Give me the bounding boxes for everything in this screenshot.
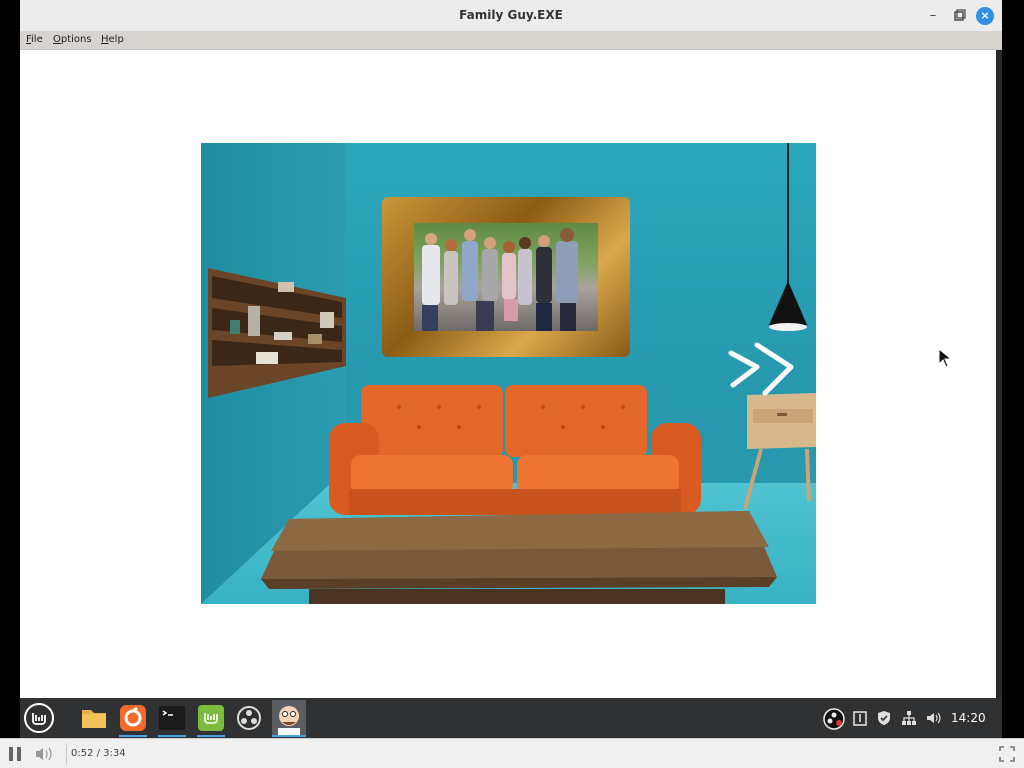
menu-help[interactable]: Help bbox=[101, 34, 124, 45]
close-button[interactable]: × bbox=[976, 7, 994, 25]
firefox-icon[interactable] bbox=[119, 704, 147, 732]
network-icon[interactable] bbox=[901, 710, 917, 726]
pause-icon[interactable] bbox=[5, 744, 25, 764]
orange-sofa[interactable] bbox=[329, 385, 701, 520]
obs-recording-tray-icon[interactable] bbox=[823, 708, 845, 730]
maximize-button[interactable] bbox=[950, 7, 968, 25]
mint-menu-icon[interactable] bbox=[24, 703, 54, 733]
volume-icon[interactable] bbox=[925, 710, 941, 726]
maximize-icon bbox=[954, 9, 966, 21]
video-player-bar: 0:52 / 3:34 bbox=[0, 738, 1024, 768]
menu-bar: File Options Help bbox=[20, 32, 1002, 50]
fullscreen-icon[interactable] bbox=[998, 745, 1016, 763]
mouse-cursor-icon bbox=[938, 348, 953, 368]
files-icon[interactable] bbox=[80, 704, 108, 732]
living-room-scene[interactable] bbox=[201, 143, 816, 604]
nightstand[interactable] bbox=[741, 391, 816, 516]
firefox-active-indicator bbox=[119, 735, 147, 737]
minimize-button[interactable]: – bbox=[924, 7, 942, 25]
player-separator bbox=[66, 743, 67, 765]
wall-shelf[interactable] bbox=[208, 268, 346, 398]
shield-icon[interactable] bbox=[876, 710, 892, 726]
next-room-arrow-icon[interactable] bbox=[725, 339, 797, 397]
family-guy-active-indicator bbox=[272, 735, 306, 737]
menu-options[interactable]: Options bbox=[53, 34, 92, 45]
title-bar[interactable]: Family Guy.EXE – × bbox=[20, 0, 1002, 32]
terminal-active-indicator bbox=[158, 735, 186, 737]
window-edge bbox=[996, 50, 1002, 698]
mint-active-indicator bbox=[197, 735, 225, 737]
taskbar: 14:20 bbox=[20, 698, 1002, 738]
obs-icon[interactable] bbox=[235, 704, 263, 732]
screen: Family Guy.EXE – × File Options Help 14:… bbox=[0, 0, 1024, 768]
family-guy-icon[interactable] bbox=[272, 700, 306, 736]
menu-file[interactable]: File bbox=[26, 34, 43, 45]
family-photo-figures bbox=[422, 228, 578, 331]
volume-slider-icon[interactable] bbox=[34, 745, 60, 763]
window-title: Family Guy.EXE bbox=[459, 8, 563, 22]
family-picture-frame[interactable] bbox=[382, 197, 630, 357]
wooden-coffee-table[interactable] bbox=[259, 511, 779, 604]
clipboard-tray-icon[interactable] bbox=[852, 710, 868, 726]
mint-update-icon[interactable] bbox=[197, 704, 225, 732]
clock[interactable]: 14:20 bbox=[951, 711, 986, 725]
family-photo bbox=[414, 223, 598, 331]
playback-time: 0:52 / 3:34 bbox=[71, 748, 126, 759]
hanging-lamp[interactable] bbox=[761, 143, 811, 338]
terminal-icon[interactable] bbox=[158, 704, 186, 732]
